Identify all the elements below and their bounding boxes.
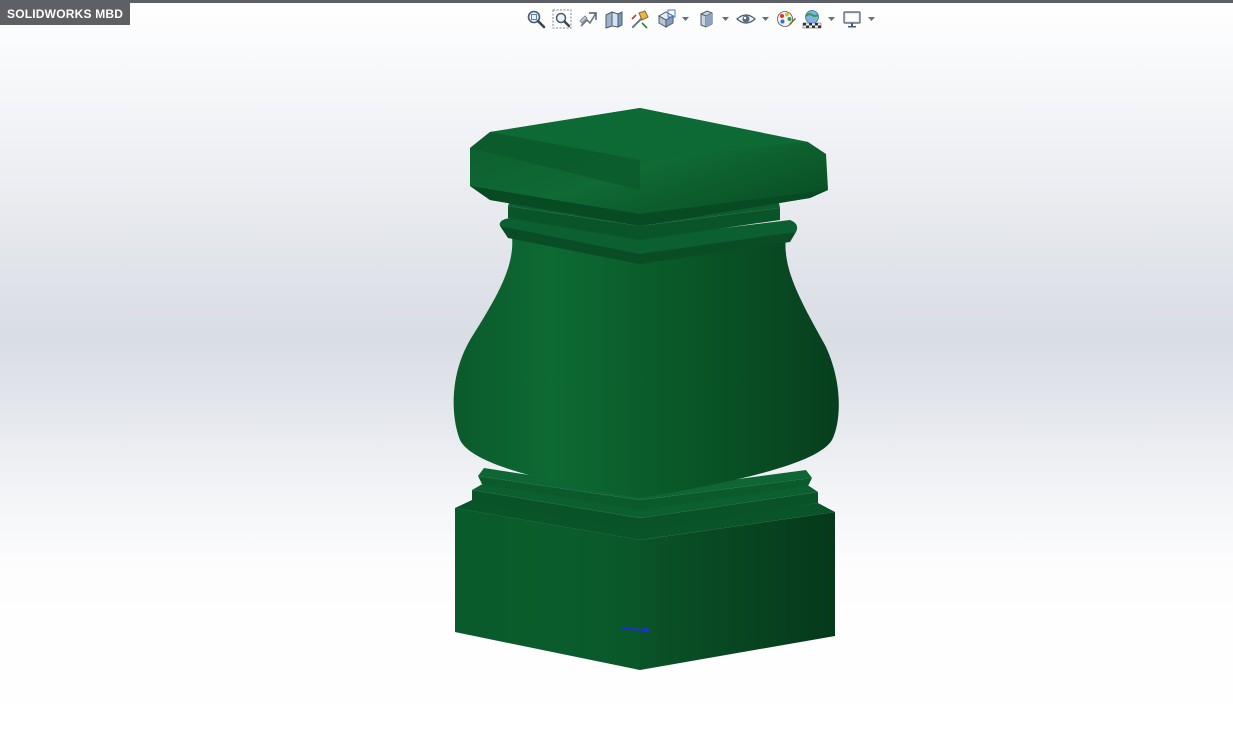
graphics-area[interactable]: SOLIDWORKS MBD — [0, 0, 1233, 732]
3d-model-baluster[interactable] — [0, 0, 1233, 732]
model-vase-body — [453, 236, 839, 498]
